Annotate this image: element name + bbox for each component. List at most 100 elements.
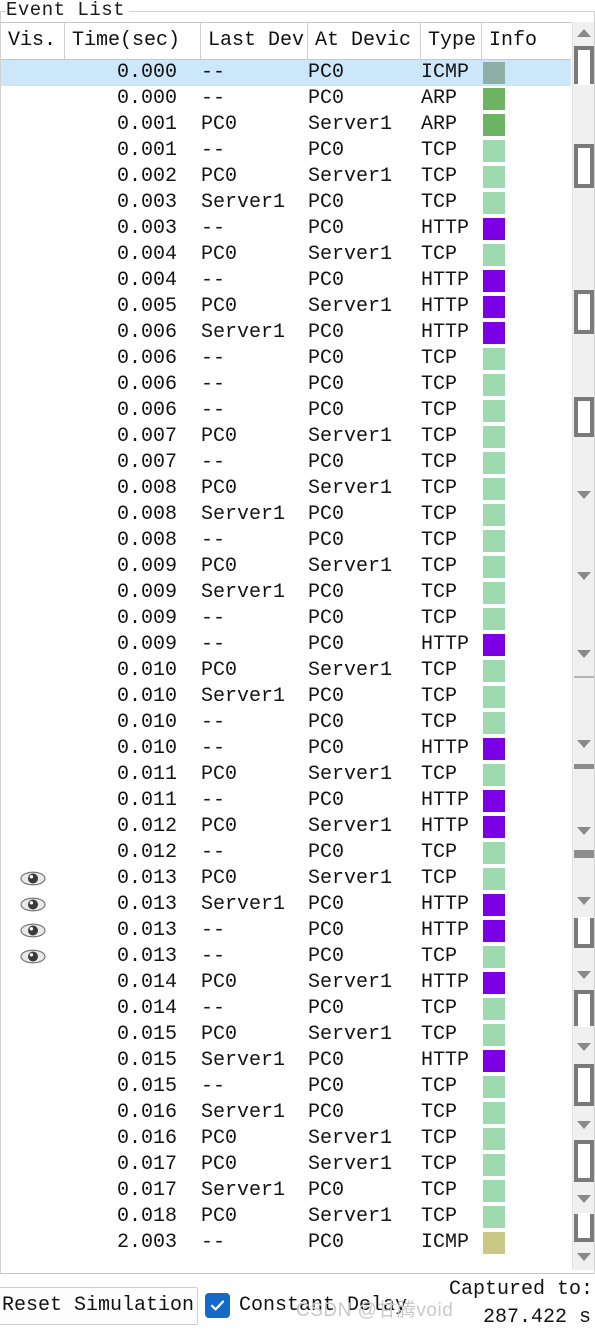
table-row[interactable]: 0.016 PC0 Server1 TCP — [1, 1126, 571, 1152]
table-row[interactable]: 0.010 -- PC0 TCP — [1, 710, 571, 736]
table-row[interactable]: 0.011 PC0 Server1 TCP — [1, 762, 571, 788]
column-header-at-device[interactable]: At Devic — [308, 23, 421, 59]
table-row[interactable]: 0.007 -- PC0 TCP — [1, 450, 571, 476]
cell-info-color-swatch[interactable] — [482, 1022, 562, 1048]
cell-info-color-swatch[interactable] — [482, 736, 562, 762]
cell-info-color-swatch[interactable] — [482, 138, 562, 164]
cell-info-color-swatch[interactable] — [482, 1074, 562, 1100]
table-row[interactable]: 0.002 PC0 Server1 TCP — [1, 164, 571, 190]
cell-info-color-swatch[interactable] — [482, 60, 562, 86]
table-row[interactable]: 0.001 -- PC0 TCP — [1, 138, 571, 164]
cell-info-color-swatch[interactable] — [482, 1204, 562, 1230]
table-row[interactable]: 0.003 -- PC0 HTTP — [1, 216, 571, 242]
table-row[interactable]: 0.010 -- PC0 HTTP — [1, 736, 571, 762]
cell-info-color-swatch[interactable] — [482, 502, 562, 528]
cell-info-color-swatch[interactable] — [482, 632, 562, 658]
scrollbar-thumb[interactable] — [574, 1140, 594, 1182]
table-row[interactable]: 0.005 PC0 Server1 HTTP — [1, 294, 571, 320]
scrollbar-thumb[interactable] — [574, 917, 594, 948]
table-row[interactable]: 0.004 -- PC0 HTTP — [1, 268, 571, 294]
table-row[interactable]: 2.003 -- PC0 ICMP — [1, 1230, 571, 1256]
table-row[interactable]: 0.013 -- PC0 TCP — [1, 944, 571, 970]
table-row[interactable]: 0.010 PC0 Server1 TCP — [1, 658, 571, 684]
scroll-down-arrow-icon[interactable] — [576, 824, 592, 838]
cell-info-color-swatch[interactable] — [482, 892, 562, 918]
scroll-down-arrow-icon[interactable] — [576, 488, 592, 502]
eye-icon[interactable] — [1, 918, 65, 944]
table-row[interactable]: 0.017 Server1 PC0 TCP — [1, 1178, 571, 1204]
table-row[interactable]: 0.008 -- PC0 TCP — [1, 528, 571, 554]
table-row[interactable]: 0.001 PC0 Server1 ARP — [1, 112, 571, 138]
cell-info-color-swatch[interactable] — [482, 450, 562, 476]
cell-info-color-swatch[interactable] — [482, 1100, 562, 1126]
cell-info-color-swatch[interactable] — [482, 554, 562, 580]
table-row[interactable]: 0.017 PC0 Server1 TCP — [1, 1152, 571, 1178]
table-row[interactable]: 0.014 -- PC0 TCP — [1, 996, 571, 1022]
table-row[interactable]: 0.015 Server1 PC0 HTTP — [1, 1048, 571, 1074]
scroll-down-arrow-icon[interactable] — [576, 968, 592, 982]
column-header-vis[interactable]: Vis. — [1, 23, 65, 59]
table-row[interactable]: 0.014 PC0 Server1 HTTP — [1, 970, 571, 996]
cell-info-color-swatch[interactable] — [482, 1152, 562, 1178]
scroll-down-arrow-icon[interactable] — [576, 647, 592, 661]
cell-info-color-swatch[interactable] — [482, 216, 562, 242]
scrollbar-thumb[interactable] — [574, 290, 594, 334]
cell-info-color-swatch[interactable] — [482, 814, 562, 840]
scrollbar-thumb[interactable] — [574, 990, 594, 1027]
table-row[interactable]: 0.007 PC0 Server1 TCP — [1, 424, 571, 450]
table-row[interactable]: 0.008 Server1 PC0 TCP — [1, 502, 571, 528]
cell-info-color-swatch[interactable] — [482, 424, 562, 450]
table-row[interactable]: 0.013 -- PC0 HTTP — [1, 918, 571, 944]
table-row[interactable]: 0.003 Server1 PC0 TCP — [1, 190, 571, 216]
cell-info-color-swatch[interactable] — [482, 190, 562, 216]
eye-icon[interactable] — [1, 866, 65, 892]
eye-icon[interactable] — [1, 892, 65, 918]
cell-info-color-swatch[interactable] — [482, 346, 562, 372]
scrollbar-thumb[interactable] — [574, 46, 594, 85]
cell-info-color-swatch[interactable] — [482, 1048, 562, 1074]
table-row[interactable]: 0.012 -- PC0 TCP — [1, 840, 571, 866]
table-row[interactable]: 0.000 -- PC0 ICMP — [1, 60, 571, 86]
cell-info-color-swatch[interactable] — [482, 398, 562, 424]
event-list-scrollbar[interactable] — [572, 22, 594, 1270]
table-row[interactable]: 0.009 -- PC0 HTTP — [1, 632, 571, 658]
cell-info-color-swatch[interactable] — [482, 840, 562, 866]
scroll-down-arrow-icon[interactable] — [576, 737, 592, 751]
table-row[interactable]: 0.015 PC0 Server1 TCP — [1, 1022, 571, 1048]
cell-info-color-swatch[interactable] — [482, 294, 562, 320]
cell-info-color-swatch[interactable] — [482, 658, 562, 684]
table-row[interactable]: 0.013 PC0 Server1 TCP — [1, 866, 571, 892]
scroll-down-arrow-icon[interactable] — [576, 894, 592, 908]
scroll-down-arrow-icon[interactable] — [576, 1192, 592, 1206]
cell-info-color-swatch[interactable] — [482, 710, 562, 736]
cell-info-color-swatch[interactable] — [482, 762, 562, 788]
cell-info-color-swatch[interactable] — [482, 684, 562, 710]
table-row[interactable]: 0.006 Server1 PC0 HTTP — [1, 320, 571, 346]
cell-info-color-swatch[interactable] — [482, 866, 562, 892]
cell-info-color-swatch[interactable] — [482, 1230, 562, 1256]
cell-info-color-swatch[interactable] — [482, 86, 562, 112]
scroll-down-arrow-icon[interactable] — [576, 1118, 592, 1132]
scrollbar-thumb[interactable] — [574, 1064, 594, 1106]
table-row[interactable]: 0.004 PC0 Server1 TCP — [1, 242, 571, 268]
table-row[interactable]: 0.016 Server1 PC0 TCP — [1, 1100, 571, 1126]
cell-info-color-swatch[interactable] — [482, 788, 562, 814]
cell-info-color-swatch[interactable] — [482, 320, 562, 346]
table-row[interactable]: 0.009 -- PC0 TCP — [1, 606, 571, 632]
cell-info-color-swatch[interactable] — [482, 242, 562, 268]
table-row[interactable]: 0.018 PC0 Server1 TCP — [1, 1204, 571, 1230]
scroll-up-arrow-icon[interactable] — [576, 26, 592, 40]
cell-info-color-swatch[interactable] — [482, 268, 562, 294]
cell-info-color-swatch[interactable] — [482, 970, 562, 996]
table-row[interactable]: 0.015 -- PC0 TCP — [1, 1074, 571, 1100]
cell-info-color-swatch[interactable] — [482, 580, 562, 606]
table-row[interactable]: 0.011 -- PC0 HTTP — [1, 788, 571, 814]
table-row[interactable]: 0.009 PC0 Server1 TCP — [1, 554, 571, 580]
table-row[interactable]: 0.010 Server1 PC0 TCP — [1, 684, 571, 710]
scrollbar-thumb[interactable] — [574, 1213, 594, 1242]
cell-info-color-swatch[interactable] — [482, 996, 562, 1022]
cell-info-color-swatch[interactable] — [482, 1126, 562, 1152]
table-row[interactable]: 0.012 PC0 Server1 HTTP — [1, 814, 571, 840]
eye-icon[interactable] — [1, 944, 65, 970]
table-row[interactable]: 0.006 -- PC0 TCP — [1, 346, 571, 372]
